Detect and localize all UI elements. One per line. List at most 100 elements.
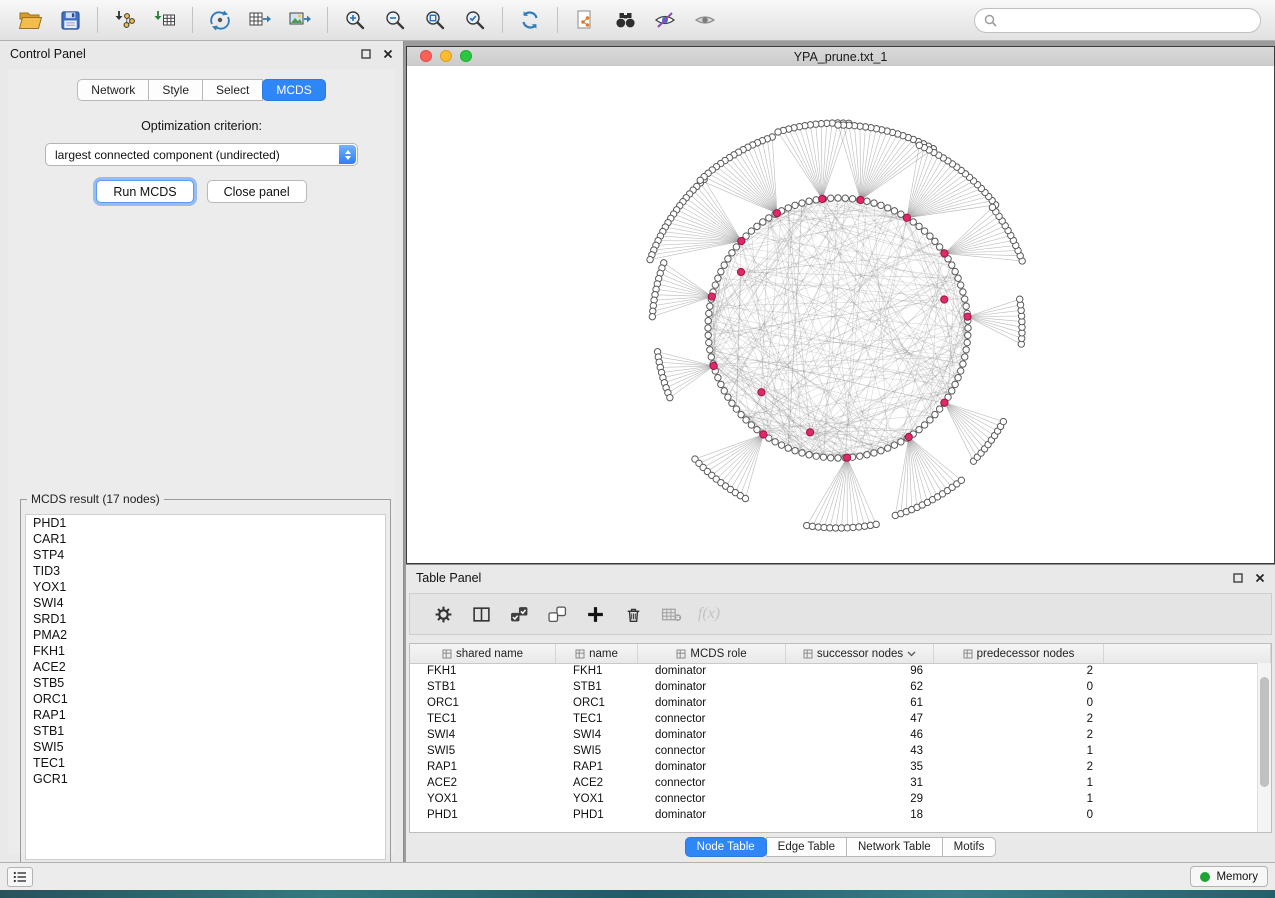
table-row[interactable]: STB1STB1dominator620 <box>410 679 1258 695</box>
tab-node-table[interactable]: Node Table <box>685 837 767 857</box>
mcds-result-item[interactable]: TEC1 <box>26 755 385 771</box>
panel-list-button[interactable] <box>7 867 33 887</box>
table-cell[interactable]: dominator <box>638 679 786 695</box>
tab-style[interactable]: Style <box>148 79 203 101</box>
mcds-result-item[interactable]: ACE2 <box>26 659 385 675</box>
table-row[interactable]: SWI5SWI5connector431 <box>410 743 1258 759</box>
close-mcds-panel-button[interactable]: Close panel <box>207 180 307 203</box>
window-close-button[interactable] <box>420 50 432 62</box>
window-zoom-button[interactable] <box>460 50 472 62</box>
export-image-button[interactable] <box>282 5 318 35</box>
zoom-out-button[interactable] <box>377 5 413 35</box>
table-cell[interactable]: TEC1 <box>410 711 556 727</box>
tab-network[interactable]: Network <box>77 79 149 101</box>
mcds-result-item[interactable]: CAR1 <box>26 531 385 547</box>
save-button[interactable] <box>52 5 88 35</box>
table-cell[interactable]: connector <box>638 743 786 759</box>
table-cell[interactable]: dominator <box>638 807 786 823</box>
run-mcds-button[interactable]: Run MCDS <box>96 180 193 203</box>
delete-column-button[interactable] <box>616 599 650 629</box>
table-cell[interactable]: SWI5 <box>556 743 638 759</box>
table-row[interactable]: PHD1PHD1dominator180 <box>410 807 1258 823</box>
criterion-dropdown[interactable]: largest connected component (undirected) <box>45 143 358 166</box>
tab-motifs[interactable]: Motifs <box>942 837 997 857</box>
table-row[interactable]: SWI4SWI4dominator462 <box>410 727 1258 743</box>
table-cell[interactable]: 96 <box>786 663 934 679</box>
table-cell[interactable]: 2 <box>934 711 1104 727</box>
table-cell[interactable]: PHD1 <box>410 807 556 823</box>
select-all-rows-button[interactable] <box>502 599 536 629</box>
tab-mcds[interactable]: MCDS <box>262 79 325 101</box>
scrollbar-thumb[interactable] <box>1260 677 1269 787</box>
table-cell[interactable]: ORC1 <box>556 695 638 711</box>
tab-edge-table[interactable]: Edge Table <box>766 837 847 857</box>
open-folder-button[interactable] <box>12 5 48 35</box>
table-cell[interactable]: connector <box>638 775 786 791</box>
column-header-MCDS-role[interactable]: MCDS role <box>638 644 786 663</box>
search-input[interactable] <box>1003 12 1251 28</box>
close-panel-icon[interactable] <box>1255 573 1265 583</box>
tab-network-table[interactable]: Network Table <box>846 837 943 857</box>
table-cell[interactable]: ACE2 <box>410 775 556 791</box>
table-cell[interactable]: SWI4 <box>556 727 638 743</box>
table-row[interactable]: YOX1YOX1connector291 <box>410 791 1258 807</box>
table-cell[interactable]: FKH1 <box>556 663 638 679</box>
table-cell[interactable]: 47 <box>786 711 934 727</box>
zoom-in-button[interactable] <box>337 5 373 35</box>
table-cell[interactable]: 1 <box>934 743 1104 759</box>
mcds-result-item[interactable]: PMA2 <box>26 627 385 643</box>
mcds-result-item[interactable]: YOX1 <box>26 579 385 595</box>
mcds-result-item[interactable]: STB1 <box>26 723 385 739</box>
import-network-file-button[interactable] <box>107 5 143 35</box>
table-cell[interactable]: TEC1 <box>556 711 638 727</box>
table-cell[interactable]: dominator <box>638 759 786 775</box>
import-table-file-button[interactable] <box>147 5 183 35</box>
mcds-result-item[interactable]: FKH1 <box>26 643 385 659</box>
float-panel-icon[interactable] <box>1233 573 1243 583</box>
table-cell[interactable]: 35 <box>786 759 934 775</box>
column-header-successor-nodes[interactable]: successor nodes <box>786 644 934 663</box>
table-row[interactable]: TEC1TEC1connector472 <box>410 711 1258 727</box>
table-cell[interactable]: YOX1 <box>410 791 556 807</box>
table-settings-button[interactable] <box>426 599 460 629</box>
table-cell[interactable]: 2 <box>934 727 1104 743</box>
table-cell[interactable]: 31 <box>786 775 934 791</box>
mcds-result-item[interactable]: SWI5 <box>26 739 385 755</box>
table-cell[interactable]: RAP1 <box>410 759 556 775</box>
mcds-result-item[interactable]: TID3 <box>26 563 385 579</box>
table-cell[interactable]: 61 <box>786 695 934 711</box>
column-header-predecessor-nodes[interactable]: predecessor nodes <box>934 644 1104 663</box>
tab-select[interactable]: Select <box>202 79 263 101</box>
memory-button[interactable]: Memory <box>1190 866 1268 887</box>
mcds-result-item[interactable]: STP4 <box>26 547 385 563</box>
table-cell[interactable]: PHD1 <box>556 807 638 823</box>
mcds-result-item[interactable]: PHD1 <box>26 515 385 531</box>
float-panel-icon[interactable] <box>361 49 371 59</box>
table-cell[interactable]: STB1 <box>410 679 556 695</box>
hide-graphics-details-button[interactable] <box>687 5 723 35</box>
column-header-shared-name[interactable]: shared name <box>410 644 556 663</box>
table-cell[interactable]: 43 <box>786 743 934 759</box>
table-cell[interactable]: STB1 <box>556 679 638 695</box>
table-cell[interactable]: 0 <box>934 807 1104 823</box>
table-cell[interactable]: 62 <box>786 679 934 695</box>
table-cell[interactable]: connector <box>638 711 786 727</box>
refresh-button[interactable] <box>512 5 548 35</box>
close-panel-icon[interactable] <box>383 49 393 59</box>
mcds-result-item[interactable]: SRD1 <box>26 611 385 627</box>
mcds-result-item[interactable]: ORC1 <box>26 691 385 707</box>
mcds-result-item[interactable]: SWI4 <box>26 595 385 611</box>
table-cell[interactable]: ACE2 <box>556 775 638 791</box>
share-network-button[interactable] <box>202 5 238 35</box>
table-row[interactable]: RAP1RAP1dominator352 <box>410 759 1258 775</box>
network-canvas[interactable] <box>407 66 1274 563</box>
table-cell[interactable]: connector <box>638 791 786 807</box>
export-document-button[interactable] <box>567 5 603 35</box>
create-column-button[interactable] <box>578 599 612 629</box>
table-cell[interactable]: 2 <box>934 759 1104 775</box>
table-cell[interactable]: 0 <box>934 679 1104 695</box>
export-table-button[interactable] <box>242 5 278 35</box>
table-cell[interactable]: 2 <box>934 663 1104 679</box>
window-minimize-button[interactable] <box>440 50 452 62</box>
mcds-result-item[interactable]: GCR1 <box>26 771 385 787</box>
